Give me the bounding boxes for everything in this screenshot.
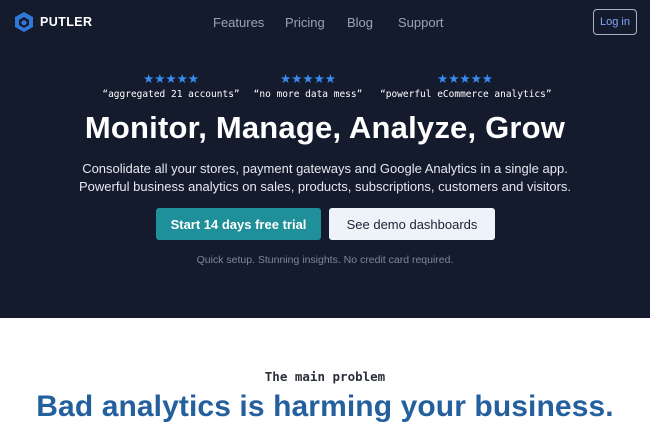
hero-subtitle-line-2: Powerful business analytics on sales, pr… [78,179,572,194]
nav-link-blog[interactable]: Blog [347,15,373,30]
nav-link-features[interactable]: Features [213,15,264,30]
review-1: ★★★★★ “aggregated 21 accounts” [96,72,246,101]
putler-logo-icon [15,12,33,32]
review-quote: “aggregated 21 accounts” [102,89,240,100]
rating-stars-icon: ★★★★★ [142,72,200,86]
review-3: ★★★★★ “powerful eCommerce analytics” [380,72,552,101]
review-2: ★★★★★ “no more data mess” [238,72,378,101]
section-title: Bad analytics is harming your business. [36,390,614,423]
brand-logo[interactable]: PUTLER [14,11,92,33]
section-kicker: The main problem [264,369,386,384]
hero-headline: Monitor, Manage, Analyze, Grow [84,110,566,145]
hero-subtitle-line-1: Consolidate all your stores, payment gat… [82,161,568,176]
rating-stars-icon: ★★★★★ [279,72,337,86]
brand-name: PUTLER [40,15,93,29]
login-button[interactable]: Log in [593,9,637,35]
demo-dashboards-button[interactable]: See demo dashboards [329,208,495,240]
signup-note: Quick setup. Stunning insights. No credi… [196,254,454,266]
nav-link-support[interactable]: Support [398,15,444,30]
nav-link-pricing[interactable]: Pricing [285,15,325,30]
rating-stars-icon: ★★★★★ [436,72,494,86]
review-quote: “no more data mess” [253,89,363,100]
hero-section: PUTLER Features Pricing Blog Support Log… [0,0,650,318]
start-trial-button[interactable]: Start 14 days free trial [156,208,321,240]
review-quote: “powerful eCommerce analytics” [380,89,552,100]
